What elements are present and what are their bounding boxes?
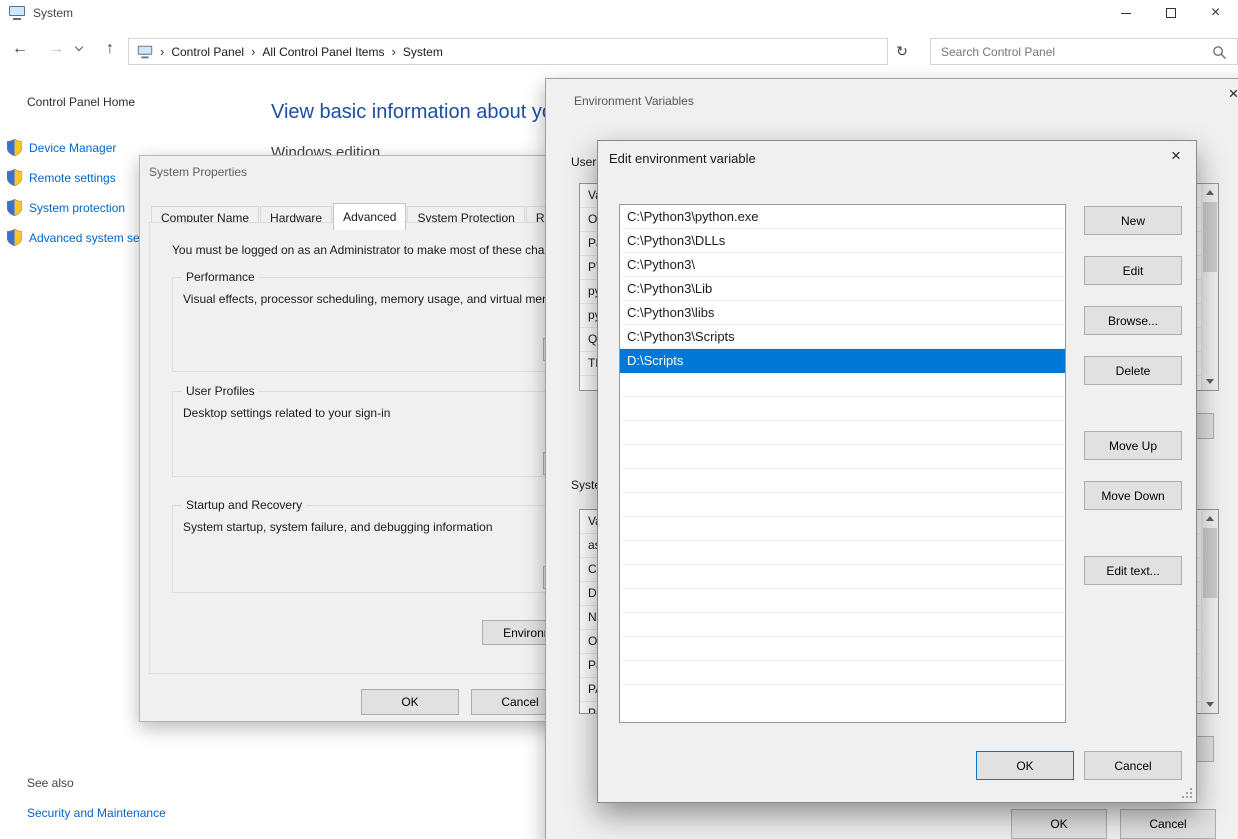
sidebar-item-security-and-maintenance[interactable]: Security and Maintenance [27, 806, 166, 820]
group-label: User Profiles [182, 384, 259, 398]
window-controls [1103, 0, 1238, 26]
shield-icon [7, 169, 22, 186]
group-description: Desktop settings related to your sign-in [183, 406, 391, 420]
up-button[interactable] [98, 38, 122, 60]
scrollbar[interactable] [1201, 184, 1218, 390]
navigation-bar: Control Panel All Control Panel Items Sy… [0, 26, 1238, 68]
maximize-icon [1165, 8, 1176, 18]
empty-row[interactable] [620, 493, 1065, 517]
group-label: Performance [182, 270, 259, 284]
path-entry[interactable]: C:\Python3\libs [620, 301, 1065, 325]
close-button[interactable] [1211, 79, 1238, 108]
system-icon [9, 6, 25, 20]
empty-row[interactable] [620, 661, 1065, 685]
group-description: System startup, system failure, and debu… [183, 520, 493, 534]
search-input[interactable] [939, 43, 1207, 60]
breadcrumb-all-control-panel-items[interactable]: All Control Panel Items [262, 45, 384, 59]
scrollbar-thumb[interactable] [1203, 528, 1217, 598]
address-bar[interactable]: Control Panel All Control Panel Items Sy… [128, 38, 888, 65]
shield-icon [7, 139, 22, 156]
empty-row[interactable] [620, 469, 1065, 493]
chevron-right-icon [160, 44, 164, 59]
path-entry[interactable]: C:\Python3\DLLs [620, 229, 1065, 253]
new-button[interactable]: New [1084, 206, 1182, 235]
edit-environment-variable-dialog: Edit environment variable C:\Python3\pyt… [597, 140, 1197, 803]
path-entry[interactable]: C:\Python3\python.exe [620, 205, 1065, 229]
breadcrumb-system[interactable]: System [403, 45, 443, 59]
move-up-button[interactable]: Move Up [1084, 431, 1182, 460]
close-icon [1211, 5, 1220, 21]
recent-pages-chevron-icon[interactable] [74, 42, 84, 52]
shield-icon [7, 229, 22, 246]
path-entries-list[interactable]: C:\Python3\python.exe C:\Python3\DLLs C:… [619, 204, 1066, 723]
empty-row[interactable] [620, 541, 1065, 565]
see-also-heading: See also [27, 776, 74, 790]
cancel-button[interactable]: Cancel [1084, 751, 1182, 780]
chevron-right-icon [391, 44, 395, 59]
path-entry[interactable]: C:\Python3\ [620, 253, 1065, 277]
empty-row[interactable] [620, 589, 1065, 613]
system-window: System Control Panel All Control Panel I… [0, 0, 1238, 839]
scroll-down-icon[interactable] [1202, 696, 1218, 713]
close-button[interactable] [1154, 141, 1198, 171]
scroll-up-icon[interactable] [1202, 184, 1218, 201]
browse-button[interactable]: Browse... [1084, 306, 1182, 335]
forward-button[interactable] [44, 38, 68, 60]
sidebar-item-remote-settings[interactable]: Remote settings [7, 169, 116, 186]
search-box[interactable] [930, 38, 1238, 65]
tab-advanced[interactable]: Advanced [333, 203, 407, 230]
refresh-button[interactable] [889, 38, 915, 65]
empty-row[interactable] [620, 637, 1065, 661]
dialog-title: Edit environment variable [609, 151, 756, 166]
path-entry-selected[interactable]: D:\Scripts [620, 349, 1065, 373]
scroll-up-icon[interactable] [1202, 510, 1218, 527]
window-titlebar: System [0, 0, 1238, 26]
ok-button[interactable]: OK [1011, 809, 1107, 839]
window-title: System [33, 6, 74, 20]
scroll-down-icon[interactable] [1202, 373, 1218, 390]
scrollbar[interactable] [1201, 510, 1218, 713]
chevron-right-icon [251, 44, 255, 59]
resize-grip-icon[interactable] [1181, 787, 1193, 799]
empty-row[interactable] [620, 613, 1065, 637]
minimize-button[interactable] [1103, 0, 1148, 26]
search-icon [1212, 45, 1227, 60]
empty-row[interactable] [620, 421, 1065, 445]
shield-icon [7, 199, 22, 216]
close-button[interactable] [1193, 0, 1238, 26]
ok-button[interactable]: OK [361, 689, 459, 715]
sidebar-item-system-protection[interactable]: System protection [7, 199, 125, 216]
delete-button[interactable]: Delete [1084, 356, 1182, 385]
ok-button[interactable]: OK [976, 751, 1074, 780]
dialog-title: System Properties [149, 165, 248, 179]
sidebar-item-label: Device Manager [29, 140, 117, 155]
breadcrumb-control-panel[interactable]: Control Panel [171, 45, 244, 59]
computer-icon [137, 45, 153, 58]
move-down-button[interactable]: Move Down [1084, 481, 1182, 510]
edit-text-button[interactable]: Edit text... [1084, 556, 1182, 585]
dialog-title: Environment Variables [574, 94, 694, 108]
sidebar-item-device-manager[interactable]: Device Manager [7, 139, 116, 156]
path-entry[interactable]: C:\Python3\Scripts [620, 325, 1065, 349]
scrollbar-thumb[interactable] [1203, 202, 1217, 272]
group-description: Visual effects, processor scheduling, me… [183, 292, 569, 306]
cancel-button[interactable]: Cancel [1120, 809, 1216, 839]
maximize-button[interactable] [1148, 0, 1193, 26]
sidebar-item-control-panel-home[interactable]: Control Panel Home [27, 95, 135, 109]
empty-row[interactable] [620, 565, 1065, 589]
empty-row[interactable] [620, 445, 1065, 469]
empty-row[interactable] [620, 373, 1065, 397]
minimize-icon [1120, 12, 1131, 14]
empty-row[interactable] [620, 397, 1065, 421]
back-button[interactable] [8, 38, 32, 60]
sidebar-item-label: Remote settings [29, 170, 116, 185]
group-label: Startup and Recovery [182, 498, 307, 512]
sidebar-item-label: System protection [29, 200, 126, 215]
path-entry[interactable]: C:\Python3\Lib [620, 277, 1065, 301]
edit-button[interactable]: Edit [1084, 256, 1182, 285]
empty-row[interactable] [620, 517, 1065, 541]
